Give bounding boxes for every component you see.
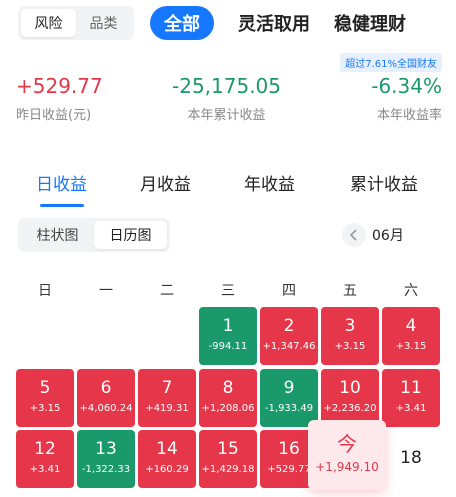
calendar-day-number: 3 <box>344 316 356 336</box>
today-cell[interactable]: 今 +1,949.10 <box>308 420 386 490</box>
tab-monthly[interactable]: 月收益 <box>140 170 191 195</box>
stat-year-total: -25,175.05 本年累计收益 <box>172 74 281 123</box>
segment-category[interactable]: 品类 <box>76 9 131 37</box>
chevron-left-icon[interactable] <box>342 223 366 247</box>
month-label: 06月 <box>372 228 404 244</box>
calendar-day-value: -1,322.33 <box>81 464 131 475</box>
weekday-sat: 六 <box>404 283 418 299</box>
stat-year-rate: -6.34% 本年收益率 <box>371 74 442 123</box>
calendar-day-value: +3.15 <box>395 341 427 352</box>
calendar-day-number: 15 <box>217 439 239 459</box>
month-switch: 06月 <box>342 223 404 247</box>
today-value: +1,949.10 <box>315 460 379 474</box>
calendar-day-number: 5 <box>39 378 51 398</box>
stat-year-total-label: 本年累计收益 <box>187 108 266 123</box>
view-bar[interactable]: 柱状图 <box>21 221 94 249</box>
calendar-day[interactable]: 4 +3.15 <box>382 307 440 365</box>
calendar-day-value: +1,208.06 <box>201 403 255 414</box>
weekday-thu: 四 <box>282 283 296 299</box>
calendar-day[interactable]: 5 +3.15 <box>16 369 74 427</box>
calendar-day-number: 10 <box>339 378 361 398</box>
calendar-day-number: 4 <box>405 316 417 336</box>
view-toggle: 柱状图 日历图 <box>18 218 170 252</box>
stat-year-rate-value: -6.34% <box>371 74 442 98</box>
calendar-day[interactable]: 13 -1,322.33 <box>77 430 135 488</box>
tab-yearly[interactable]: 年收益 <box>244 170 295 195</box>
calendar-day-number: 1 <box>222 316 234 336</box>
calendar-day[interactable]: 3 +3.15 <box>321 307 379 365</box>
calendar-day[interactable]: 11 +3.41 <box>382 369 440 427</box>
rank-badge: 超过7.61%全国财友 <box>340 53 442 72</box>
calendar-day-number: 13 <box>95 439 117 459</box>
calendar-day-number: 6 <box>100 378 112 398</box>
calendar-day-number: 12 <box>34 439 56 459</box>
calendar-day-value: +3.15 <box>29 403 61 414</box>
calendar-day[interactable]: 7 +419.31 <box>138 369 196 427</box>
calendar-day-number: 14 <box>156 439 178 459</box>
stat-yesterday: +529.77 昨日收益(元) <box>16 74 103 123</box>
category-segment: 风险 品类 <box>18 6 134 40</box>
calendar-day-future[interactable]: 18 <box>382 430 440 488</box>
calendar-day[interactable]: 8 +1,208.06 <box>199 369 257 427</box>
stat-year-rate-label: 本年收益率 <box>376 108 442 123</box>
nav-flexible[interactable]: 灵活取用 <box>238 10 310 36</box>
calendar-day[interactable]: 1 -994.11 <box>199 307 257 365</box>
calendar-day[interactable]: 14 +160.29 <box>138 430 196 488</box>
segment-risk[interactable]: 风险 <box>21 9 76 37</box>
calendar-day[interactable]: 9 -1,933.49 <box>260 369 318 427</box>
tab-cumulative[interactable]: 累计收益 <box>350 170 418 195</box>
period-tabs: 日收益 月收益 年收益 累计收益 <box>0 170 456 200</box>
tab-daily[interactable]: 日收益 <box>36 170 87 195</box>
calendar-day-number: 18 <box>400 448 422 468</box>
weekday-mon: 一 <box>99 283 113 299</box>
nav-stable[interactable]: 稳健理财 <box>334 10 406 36</box>
calendar-day-value: +4,060.24 <box>79 403 133 414</box>
weekday-fri: 五 <box>343 283 357 299</box>
weekday-wed: 三 <box>221 283 235 299</box>
calendar-day-value: -1,933.49 <box>264 403 314 414</box>
calendar-day-number: 8 <box>222 378 234 398</box>
calendar-day-value: +3.41 <box>395 403 427 414</box>
calendar-day-value: +3.41 <box>29 464 61 475</box>
calendar-day-value: +160.29 <box>145 464 189 475</box>
calendar-day-number: 11 <box>400 378 422 398</box>
calendar-day-value: +3.15 <box>334 341 366 352</box>
nav-all[interactable]: 全部 <box>150 6 214 40</box>
calendar-day-number: 7 <box>161 378 173 398</box>
calendar-day-value: -994.11 <box>208 341 248 352</box>
tab-underline <box>40 204 84 207</box>
calendar-day[interactable]: 10 +2,236.20 <box>321 369 379 427</box>
calendar-day[interactable]: 6 +4,060.24 <box>77 369 135 427</box>
view-calendar[interactable]: 日历图 <box>94 221 167 249</box>
calendar-day-value: +1,347.46 <box>262 341 316 352</box>
calendar-day-value: +419.31 <box>145 403 189 414</box>
stat-year-total-value: -25,175.05 <box>172 74 282 98</box>
calendar-day[interactable]: 12 +3.41 <box>16 430 74 488</box>
calendar-day-value: +1,429.18 <box>201 464 255 475</box>
stat-yesterday-value: +529.77 <box>16 74 103 98</box>
calendar-day[interactable]: 15 +1,429.18 <box>199 430 257 488</box>
weekday-sun: 日 <box>38 283 52 299</box>
calendar-day-number: 2 <box>283 316 295 336</box>
calendar-day-value: +2,236.20 <box>323 403 377 414</box>
today-label: 今 <box>337 432 357 456</box>
weekday-tue: 二 <box>160 283 174 299</box>
top-nav: 全部 灵活取用 稳健理财 <box>150 6 456 40</box>
stat-yesterday-label: 昨日收益(元) <box>16 108 92 123</box>
calendar-day-number: 9 <box>283 378 295 398</box>
calendar-day[interactable]: 2 +1,347.46 <box>260 307 318 365</box>
